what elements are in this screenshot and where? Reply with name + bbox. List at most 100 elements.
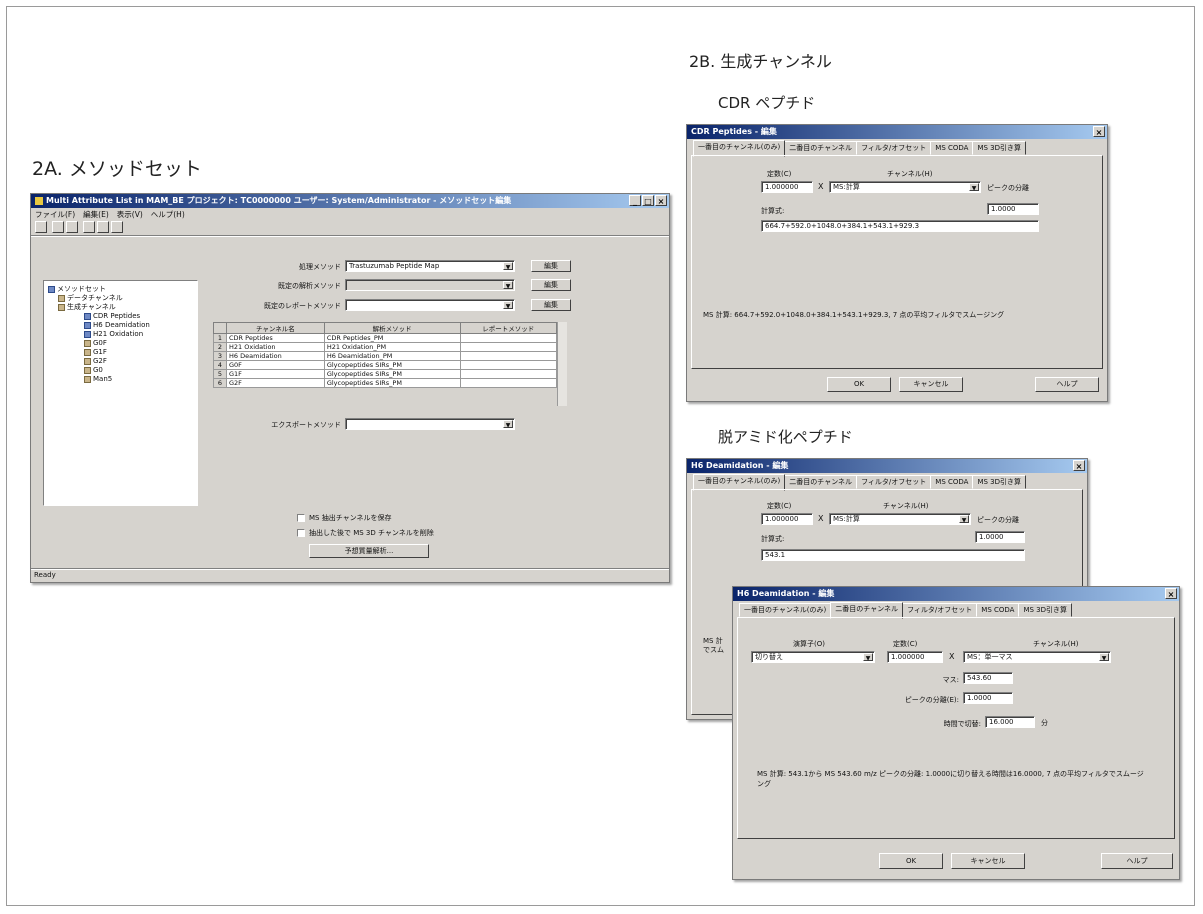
new-icon[interactable] (35, 221, 47, 233)
close-icon[interactable]: × (1073, 460, 1085, 471)
operator-dropdown[interactable]: 切り替え ▼ (751, 651, 875, 663)
tab-ms-3d-subtraction[interactable]: MS 3D引き算 (972, 141, 1027, 155)
tree-node-g1f[interactable]: G1F (84, 348, 107, 357)
row-number[interactable]: 6 (213, 378, 227, 388)
tree-node-g0[interactable]: G0 (84, 366, 103, 375)
column-header-channel-name[interactable]: チャンネル名 (226, 322, 325, 334)
report-method-cell[interactable] (459, 333, 557, 343)
edit-report-button[interactable]: 編集 (531, 299, 571, 311)
report-method-dropdown[interactable]: ▼ (345, 299, 515, 311)
cdr-channel-dropdown[interactable]: MS:計算 ▼ (829, 181, 981, 193)
report-method-cell[interactable] (459, 369, 557, 379)
channel-name-cell[interactable]: G0F (226, 360, 325, 370)
channel-name-cell[interactable]: H21 Oxidation (226, 342, 325, 352)
export-method-dropdown[interactable]: ▼ (345, 418, 515, 430)
row-number[interactable]: 3 (213, 351, 227, 361)
cdr-cancel-button[interactable]: キャンセル (899, 377, 963, 392)
tree-node-h21-oxidation[interactable]: H21 Oxidation (84, 330, 143, 339)
cdr-formula-input[interactable]: 664.7+592.0+1048.0+384.1+543.1+929.3 (761, 220, 1039, 232)
analysis-method-cell[interactable]: Glycopeptides SIRs_PM (323, 360, 461, 370)
tree-node-generated-channels[interactable]: 生成チャンネル (58, 303, 116, 312)
table-row[interactable]: 5 G1F Glycopeptides SIRs_PM (213, 369, 557, 379)
tab-ms-coda[interactable]: MS CODA (976, 603, 1020, 617)
grid-scrollbar[interactable] (557, 322, 567, 406)
tree-node-h6-deamidation[interactable]: H6 Deamidation (84, 321, 150, 330)
tab-filter-offset[interactable]: フィルタ/オフセット (856, 475, 932, 489)
h6-front-channel-dropdown[interactable]: MS：単一マス ▼ (963, 651, 1111, 663)
method-set-tree[interactable]: メソッドセット データチャンネル 生成チャンネル CDR Peptides H6… (43, 280, 198, 506)
close-icon[interactable]: × (655, 195, 667, 206)
h6-ok-button[interactable]: OK (879, 853, 943, 869)
tree-node-g2f[interactable]: G2F (84, 357, 107, 366)
delete-3d-channel-checkbox[interactable] (297, 529, 305, 537)
tab-filter-offset[interactable]: フィルタ/オフセット (856, 141, 932, 155)
h6-back-const-input[interactable]: 1.000000 (761, 513, 813, 525)
cdr-ok-button[interactable]: OK (827, 377, 891, 392)
row-number[interactable]: 1 (213, 333, 227, 343)
h6-front-peak-input[interactable]: 1.0000 (963, 692, 1013, 704)
h6-cancel-button[interactable]: キャンセル (951, 853, 1025, 869)
tree-node-data-channels[interactable]: データチャンネル (58, 294, 123, 303)
h6-front-const-input[interactable]: 1.000000 (887, 651, 943, 663)
analysis-method-dropdown[interactable]: ▼ (345, 279, 515, 291)
menu-file[interactable]: ファイル(F) (35, 209, 75, 220)
edit-analysis-button[interactable]: 編集 (531, 279, 571, 291)
close-icon[interactable]: × (1093, 126, 1105, 137)
report-method-cell[interactable] (459, 378, 557, 388)
channel-name-cell[interactable]: H6 Deamidation (226, 351, 325, 361)
analysis-method-cell[interactable]: Glycopeptides SIRs_PM (323, 369, 461, 379)
cdr-peak-input[interactable]: 1.0000 (987, 203, 1039, 215)
tab-first-channel[interactable]: 一番目のチャンネル(のみ) (739, 603, 832, 617)
menu-help[interactable]: ヘルプ(H) (151, 209, 185, 220)
maximize-icon[interactable]: □ (642, 195, 654, 206)
table-row[interactable]: 1 CDR Peptides CDR Peptides_PM (213, 333, 557, 343)
table-row[interactable]: 2 H21 Oxidation H21 Oxidation_PM (213, 342, 557, 352)
save-ms-channel-checkbox[interactable] (297, 514, 305, 522)
menu-view[interactable]: 表示(V) (117, 209, 143, 220)
copy-icon[interactable] (97, 221, 109, 233)
tab-ms-3d-subtraction[interactable]: MS 3D引き算 (1018, 603, 1073, 617)
analysis-method-cell[interactable]: Glycopeptides SIRs_PM (323, 378, 461, 388)
tab-second-channel[interactable]: 二番目のチャンネル (784, 475, 858, 489)
tab-second-channel[interactable]: 二番目のチャンネル (784, 141, 858, 155)
report-method-cell[interactable] (459, 351, 557, 361)
cdr-help-button[interactable]: ヘルプ (1035, 377, 1099, 392)
channel-name-cell[interactable]: G2F (226, 378, 325, 388)
analysis-method-cell[interactable]: H21 Oxidation_PM (323, 342, 461, 352)
tab-ms-coda[interactable]: MS CODA (930, 475, 974, 489)
tab-ms-coda[interactable]: MS CODA (930, 141, 974, 155)
report-method-cell[interactable] (459, 360, 557, 370)
column-header-analysis-method[interactable]: 解析メソッド (323, 322, 461, 334)
row-number[interactable]: 2 (213, 342, 227, 352)
row-number[interactable]: 4 (213, 360, 227, 370)
tree-node-man5[interactable]: Man5 (84, 375, 112, 384)
paste-icon[interactable] (111, 221, 123, 233)
time-switch-input[interactable]: 16.000 (985, 716, 1035, 728)
tab-ms-3d-subtraction[interactable]: MS 3D引き算 (972, 475, 1027, 489)
channel-name-cell[interactable]: G1F (226, 369, 325, 379)
analysis-method-cell[interactable]: CDR Peptides_PM (323, 333, 461, 343)
column-header-report-method[interactable]: レポートメソッド (459, 322, 557, 334)
h6-back-formula-input[interactable]: 543.1 (761, 549, 1025, 561)
process-method-dropdown[interactable]: Trastuzumab Peptide Map ▼ (345, 260, 515, 272)
expected-mass-analysis-button[interactable]: 予想質量解析... (309, 544, 429, 558)
h6-help-button[interactable]: ヘルプ (1101, 853, 1173, 869)
cdr-const-input[interactable]: 1.000000 (761, 181, 813, 193)
analysis-method-cell[interactable]: H6 Deamidation_PM (323, 351, 461, 361)
save-icon[interactable] (66, 221, 78, 233)
table-row[interactable]: 6 G2F Glycopeptides SIRs_PM (213, 378, 557, 388)
row-number[interactable]: 5 (213, 369, 227, 379)
table-row[interactable]: 4 G0F Glycopeptides SIRs_PM (213, 360, 557, 370)
close-icon[interactable]: × (1165, 588, 1177, 599)
h6-back-channel-dropdown[interactable]: MS:計算 ▼ (829, 513, 971, 525)
open-icon[interactable] (52, 221, 64, 233)
tree-node-cdr-peptides[interactable]: CDR Peptides (84, 312, 140, 321)
channel-name-cell[interactable]: CDR Peptides (226, 333, 325, 343)
h6-back-peak-input[interactable]: 1.0000 (975, 531, 1025, 543)
edit-process-button[interactable]: 編集 (531, 260, 571, 272)
report-method-cell[interactable] (459, 342, 557, 352)
menu-edit[interactable]: 編集(E) (83, 209, 109, 220)
table-row[interactable]: 3 H6 Deamidation H6 Deamidation_PM (213, 351, 557, 361)
mass-input[interactable]: 543.60 (963, 672, 1013, 684)
channel-grid[interactable]: チャンネル名 解析メソッド レポートメソッド 1 CDR Peptides CDR … (213, 322, 557, 388)
